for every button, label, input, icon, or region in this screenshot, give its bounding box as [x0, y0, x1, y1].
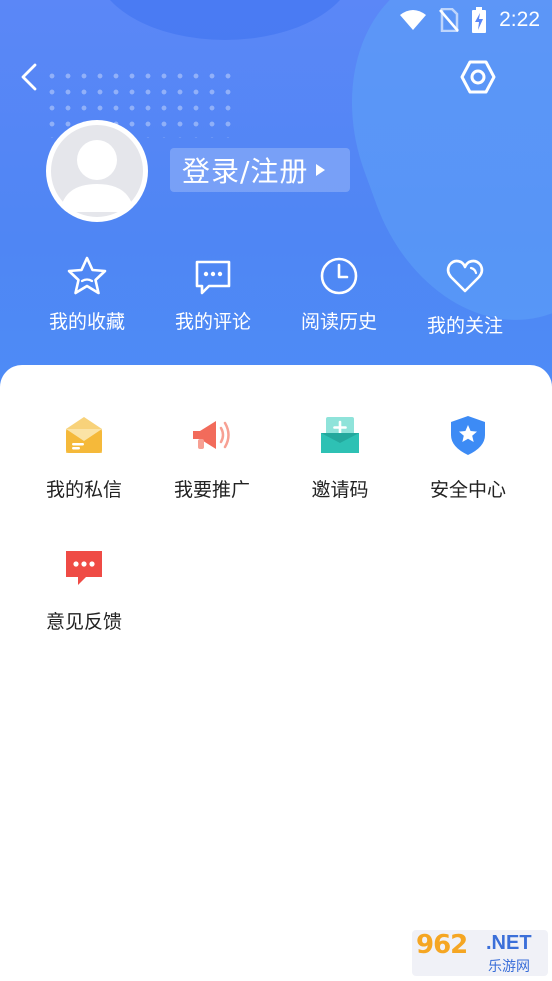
menu-item-messages[interactable]: 我的私信 — [24, 413, 144, 502]
menu-item-invite-code[interactable]: 邀请码 — [280, 413, 400, 502]
watermark-name: 乐游网 — [488, 959, 530, 975]
menu-item-label: 意见反馈 — [45, 611, 122, 633]
quick-action-favorites[interactable]: 我的收藏 — [32, 255, 142, 334]
login-register-label: 登录/注册 — [182, 155, 309, 188]
menu-panel: 我的私信 我要推广 邀请码 安全中心 意见反馈 — [0, 365, 552, 981]
clock-icon — [320, 257, 358, 295]
watermark-logo: 962 .NET 乐游网 — [412, 930, 548, 976]
settings-button[interactable] — [459, 58, 497, 96]
user-avatar-icon — [47, 121, 147, 221]
battery-charging-icon — [472, 7, 487, 33]
avatar[interactable] — [46, 120, 148, 222]
status-bar: 2:22 — [0, 0, 552, 40]
quick-action-label: 阅读历史 — [300, 311, 377, 333]
megaphone-icon — [193, 421, 230, 449]
wifi-icon — [400, 10, 427, 30]
chevron-left-icon — [21, 63, 37, 91]
triangle-right-icon — [316, 164, 326, 176]
watermark-domain: .NET — [486, 932, 532, 954]
menu-item-security-center[interactable]: 安全中心 — [408, 413, 528, 502]
menu-item-promote[interactable]: 我要推广 — [152, 413, 272, 502]
star-icon — [67, 256, 107, 295]
status-time: 2:22 — [499, 8, 540, 31]
quick-action-label: 我的评论 — [174, 311, 251, 333]
comment-icon — [195, 260, 231, 295]
watermark-number: 962 — [416, 930, 468, 960]
no-sim-icon — [439, 8, 460, 32]
menu-item-label: 我要推广 — [173, 479, 250, 501]
envelope-icon — [66, 417, 102, 453]
back-button[interactable] — [14, 60, 48, 94]
menu-item-label: 邀请码 — [311, 479, 369, 501]
quick-action-history[interactable]: 阅读历史 — [284, 255, 394, 334]
shield-star-icon — [451, 416, 485, 455]
feedback-chat-icon — [66, 551, 102, 585]
quick-action-label: 我的收藏 — [48, 311, 125, 333]
login-register-button[interactable]: 登录/注册 — [170, 148, 350, 192]
gear-icon — [460, 60, 496, 94]
menu-item-label: 我的私信 — [45, 479, 122, 501]
heart-icon — [446, 259, 484, 293]
invite-box-icon — [321, 417, 359, 453]
quick-action-comments[interactable]: 我的评论 — [158, 255, 268, 334]
menu-item-label: 安全中心 — [429, 479, 506, 501]
menu-item-feedback[interactable]: 意见反馈 — [24, 545, 144, 634]
quick-actions: 我的收藏 我的评论 阅读历史 我的关注 — [0, 255, 552, 345]
quick-action-following[interactable]: 我的关注 — [410, 255, 520, 338]
quick-action-label: 我的关注 — [426, 315, 503, 337]
